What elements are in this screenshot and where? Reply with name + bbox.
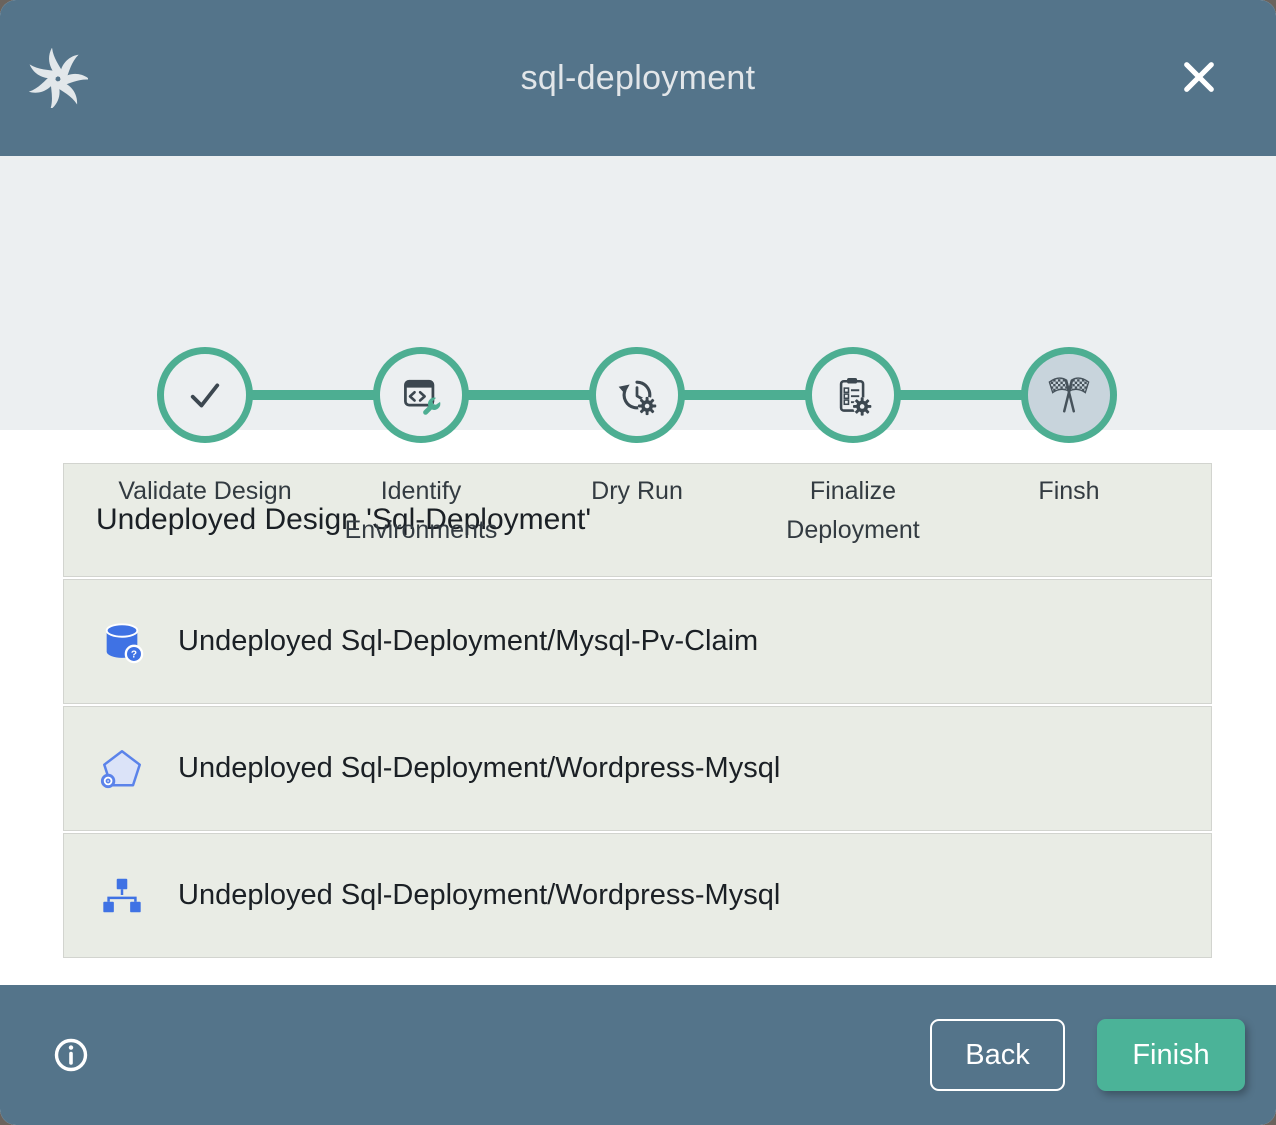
- step-finalize-deployment: Finalize Deployment: [745, 347, 961, 550]
- step-dry-run: Dry Run: [529, 347, 745, 550]
- wizard-title: sql-deployment: [521, 59, 756, 98]
- info-button[interactable]: [53, 1037, 89, 1073]
- step-label: Identify Environments: [332, 472, 510, 550]
- svg-text:?: ?: [131, 649, 137, 660]
- deployment-tree-icon: [99, 873, 145, 919]
- step-label: Finalize Deployment: [764, 472, 942, 550]
- sync-gear-icon: [615, 373, 659, 417]
- wizard-stepper: Validate Design Identify Environments: [0, 156, 1276, 430]
- wizard-header: sql-deployment: [0, 0, 1276, 156]
- clipboard-gear-icon: [831, 373, 875, 417]
- deployment-wizard-modal: sql-deployment Validate Design: [0, 0, 1276, 1125]
- back-button[interactable]: Back: [930, 1019, 1065, 1091]
- step-identify-environments: Identify Environments: [313, 347, 529, 550]
- wizard-footer: Back Finish: [0, 985, 1276, 1125]
- code-window-wrench-icon: [399, 373, 443, 417]
- service-pentagon-icon: [99, 746, 145, 792]
- step-circle-identify-environments[interactable]: [373, 347, 469, 443]
- close-button[interactable]: [1180, 58, 1218, 96]
- checkered-flags-icon: [1046, 372, 1092, 418]
- step-label: Validate Design: [118, 472, 291, 511]
- log-text: Undeployed Sql-Deployment/Mysql-Pv-Claim: [178, 625, 758, 658]
- step-circle-finish[interactable]: [1021, 347, 1117, 443]
- step-circle-finalize-deployment[interactable]: [805, 347, 901, 443]
- step-circle-dry-run[interactable]: [589, 347, 685, 443]
- database-icon: ?: [99, 619, 145, 665]
- step-finish: Finsh: [961, 347, 1177, 550]
- log-text: Undeployed Sql-Deployment/Wordpress-Mysq…: [178, 879, 780, 912]
- log-text: Undeployed Sql-Deployment/Wordpress-Mysq…: [178, 752, 780, 785]
- finish-button[interactable]: Finish: [1097, 1019, 1245, 1091]
- close-icon: [1180, 58, 1218, 96]
- check-icon: [184, 374, 226, 416]
- info-icon: [53, 1037, 89, 1073]
- log-row-wordpress-mysql-deployment: Undeployed Sql-Deployment/Wordpress-Mysq…: [63, 833, 1212, 958]
- step-label: Finsh: [1038, 472, 1099, 511]
- log-row-wordpress-mysql-service: Undeployed Sql-Deployment/Wordpress-Mysq…: [63, 706, 1212, 831]
- step-label: Dry Run: [591, 472, 683, 511]
- calm-swirl-logo-icon: [28, 48, 88, 108]
- log-row-mysql-pv-claim: ? Undeployed Sql-Deployment/Mysql-Pv-Cla…: [63, 579, 1212, 704]
- step-validate-design: Validate Design: [97, 347, 313, 550]
- step-circle-validate-design[interactable]: [157, 347, 253, 443]
